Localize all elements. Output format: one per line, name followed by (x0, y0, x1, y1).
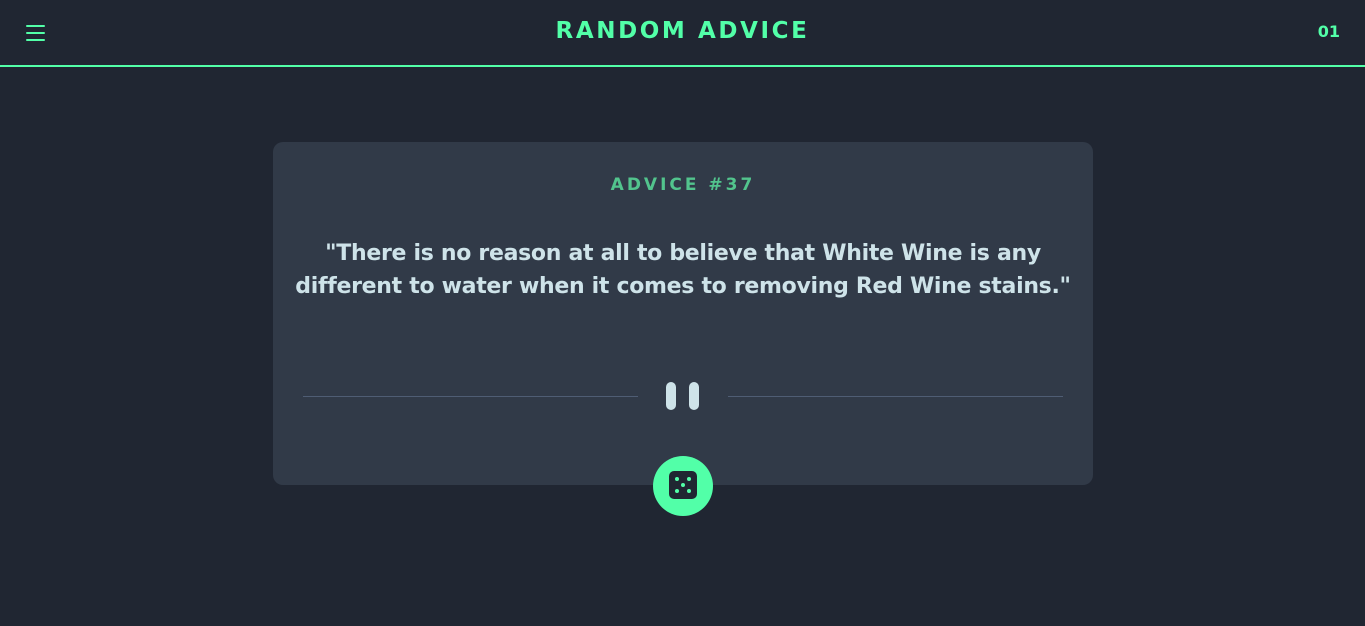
pause-icon (666, 382, 701, 410)
advice-counter: 01 (1317, 22, 1340, 41)
dice-icon (669, 471, 697, 499)
advice-card: ADVICE #37 "There is no reason at all to… (273, 142, 1093, 485)
app-title: RANDOM ADVICE (555, 18, 810, 44)
divider-line-right (728, 396, 1063, 397)
advice-id: ADVICE #37 (610, 175, 756, 195)
divider-line-left (303, 396, 638, 397)
new-advice-button[interactable] (653, 456, 713, 516)
top-bar: RANDOM ADVICE 01 (0, 0, 1365, 67)
advice-quote: "There is no reason at all to believe th… (295, 241, 1071, 299)
